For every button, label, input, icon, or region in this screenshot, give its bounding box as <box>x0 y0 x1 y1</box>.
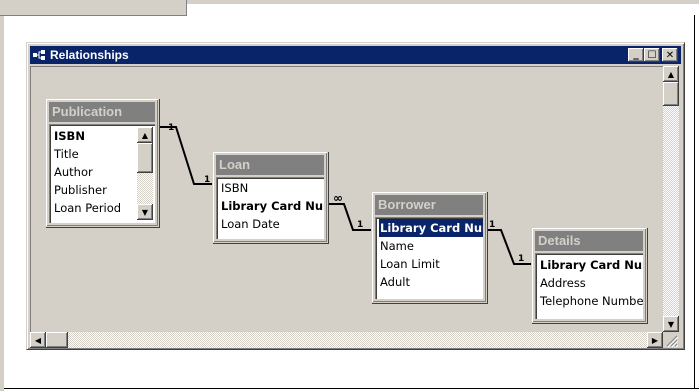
field-loan-period[interactable]: Loan Period <box>54 199 121 217</box>
relationship-label-3a: 1 <box>489 220 496 230</box>
scroll-left-button[interactable]: ◀ <box>30 332 46 348</box>
field-address[interactable]: Address <box>540 274 586 292</box>
close-button[interactable]: ✕ <box>662 48 678 62</box>
field-list[interactable]: ISBN Title Author Publisher Loan Period … <box>49 124 155 223</box>
table-title[interactable]: Borrower <box>375 195 483 215</box>
relationship-label-3b: 1 <box>518 254 525 264</box>
field-adult[interactable]: Adult <box>380 273 410 291</box>
field-loan-date[interactable]: Loan Date <box>221 215 280 233</box>
field-library-card-num[interactable]: Library Card Num <box>221 197 324 215</box>
field-list[interactable]: Library Card Num Address Telephone Numbe… <box>535 253 643 319</box>
workspace-border-bottom <box>4 388 699 389</box>
close-icon: ✕ <box>665 49 675 61</box>
resize-grip[interactable] <box>663 332 679 348</box>
scroll-down-button[interactable]: ▼ <box>663 316 679 332</box>
field-isbn[interactable]: ISBN <box>54 127 85 145</box>
app-frame-left <box>0 0 4 391</box>
vertical-scrollbar[interactable]: ▲ ▼ <box>663 66 679 332</box>
minimize-icon: _ <box>633 46 639 60</box>
relationship-label-2b: 1 <box>357 220 364 230</box>
field-isbn[interactable]: ISBN <box>221 179 248 197</box>
table-title[interactable]: Details <box>535 231 643 251</box>
field-telephone-number[interactable]: Telephone Number <box>540 292 643 310</box>
relationship-line-loan-borrower <box>326 203 371 231</box>
relationship-label-1a: 1 <box>168 123 175 133</box>
maximize-icon: ☐ <box>647 49 657 61</box>
arrow-up-icon: ▲ <box>141 130 149 140</box>
field-library-card-num[interactable]: Library Card Num <box>540 256 643 274</box>
field-list-scrollbar[interactable]: ▲ ▼ <box>137 127 153 220</box>
table-loan[interactable]: Loan ISBN Library Card Num Loan Date <box>212 151 328 243</box>
relationship-label-1b: 1 <box>204 175 211 185</box>
minimize-button[interactable]: _ <box>628 48 644 62</box>
app-toolbar-corner <box>0 0 187 16</box>
resize-grip-icon <box>666 335 679 348</box>
maximize-button[interactable]: ☐ <box>644 48 660 62</box>
relationship-label-2a: ∞ <box>333 191 343 205</box>
horizontal-scroll-thumb[interactable] <box>46 332 68 348</box>
arrow-down-icon: ▼ <box>141 207 149 217</box>
arrow-up-icon: ▲ <box>667 69 675 79</box>
workspace-border-right <box>694 15 695 389</box>
arrow-down-icon: ▼ <box>667 319 675 329</box>
field-author[interactable]: Author <box>54 163 93 181</box>
relationships-canvas[interactable]: 1 1 ∞ 1 1 1 Publication ISBN Title Autho… <box>30 66 664 333</box>
field-publisher[interactable]: Publisher <box>54 181 107 199</box>
field-name[interactable]: Name <box>380 237 414 255</box>
relationships-window[interactable]: Relationships _ ☐ ✕ 1 1 ∞ 1 1 1 Publicat… <box>26 42 685 350</box>
field-scroll-up-button[interactable]: ▲ <box>137 127 153 143</box>
field-scroll-down-button[interactable]: ▼ <box>137 204 153 220</box>
table-title[interactable]: Publication <box>49 102 155 122</box>
window-title: Relationships <box>50 48 129 62</box>
horizontal-scrollbar[interactable]: ◀ ▶ <box>30 332 663 348</box>
scroll-up-button[interactable]: ▲ <box>663 66 679 82</box>
field-list[interactable]: ISBN Library Card Num Loan Date <box>216 177 324 239</box>
table-publication[interactable]: Publication ISBN Title Author Publisher … <box>45 98 159 227</box>
table-details[interactable]: Details Library Card Num Address Telepho… <box>531 227 647 323</box>
arrow-right-icon: ▶ <box>651 335 659 345</box>
table-title[interactable]: Loan <box>216 155 324 175</box>
table-borrower[interactable]: Borrower Library Card Num Name Loan Limi… <box>371 191 487 303</box>
field-title[interactable]: Title <box>54 145 79 163</box>
field-library-card-num[interactable]: Library Card Num <box>379 219 483 237</box>
scroll-right-button[interactable]: ▶ <box>647 332 663 348</box>
relationships-icon <box>33 50 45 60</box>
vertical-scroll-thumb[interactable] <box>663 82 679 106</box>
arrow-left-icon: ◀ <box>34 335 42 345</box>
field-loan-limit[interactable]: Loan Limit <box>380 255 440 273</box>
field-scroll-thumb[interactable] <box>137 143 153 173</box>
window-titlebar[interactable]: Relationships _ ☐ ✕ <box>30 46 681 64</box>
field-list[interactable]: Library Card Num Name Loan Limit Adult <box>375 217 483 299</box>
